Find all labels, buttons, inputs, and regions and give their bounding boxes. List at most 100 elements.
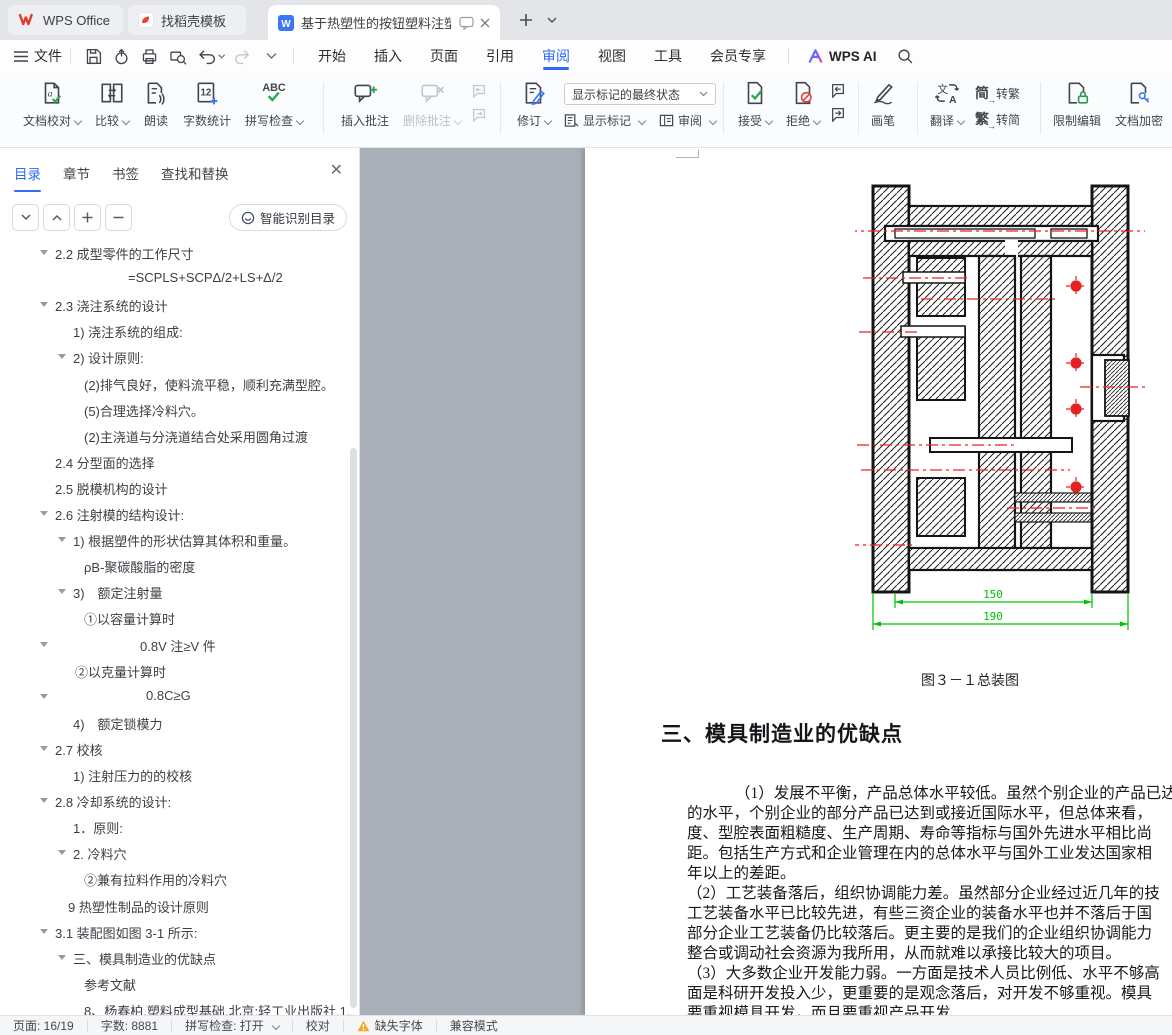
toc-item[interactable]: 2.3 浇注系统的设计: [0, 292, 352, 318]
review-pane-button[interactable]: 审阅: [659, 112, 718, 129]
translate-button[interactable]: 文A 翻译: [923, 76, 971, 132]
next-change-icon[interactable]: [829, 106, 847, 122]
spell-check-button[interactable]: ABC 拼写检查: [238, 76, 310, 132]
read-aloud-button[interactable]: 朗读: [136, 76, 176, 132]
pen-button[interactable]: 画笔: [863, 76, 903, 132]
toc-item[interactable]: (2)主浇道与分浇道结合处采用圆角过渡: [0, 423, 352, 449]
new-tab-button[interactable]: [515, 9, 537, 31]
toc-item[interactable]: 9 热塑性制品的设计原则: [0, 893, 352, 919]
toc-item[interactable]: ②以克量计算时: [0, 658, 352, 684]
toc-expand-arrow-icon[interactable]: [40, 641, 48, 647]
page-indicator[interactable]: 页面: 16/19: [0, 1017, 87, 1034]
toc-item[interactable]: 参考文献: [0, 971, 352, 997]
menu-item-reference[interactable]: 引用: [472, 40, 528, 72]
restrict-editing-button[interactable]: 限制编辑: [1046, 76, 1108, 132]
insert-comment-button[interactable]: 插入批注: [334, 76, 396, 132]
menu-item-tools[interactable]: 工具: [640, 40, 696, 72]
save-icon[interactable]: [81, 44, 105, 68]
toc-expand-arrow-icon[interactable]: [58, 589, 66, 595]
body-text[interactable]: （1）发展不平衡，产品总体水平较低。虽然个别企业的产品已达 的水平，个别企业的部分…: [687, 784, 1172, 1015]
encrypt-document-button[interactable]: 文档加密: [1108, 76, 1170, 132]
reject-change-button[interactable]: 拒绝: [779, 76, 827, 132]
proofread-button[interactable]: 校对: [293, 1017, 343, 1034]
tab-document-active[interactable]: W 基于热塑性的按钮塑料注塑模具: [268, 5, 500, 40]
toc-item[interactable]: 2.4 分型面的选择: [0, 449, 352, 475]
toc-item[interactable]: 2) 设计原则:: [0, 344, 352, 370]
toc-item[interactable]: 1) 注射压力的的校核: [0, 762, 352, 788]
toc-expand-arrow-icon[interactable]: [40, 511, 48, 516]
toc-item[interactable]: 0.8C≥G: [0, 684, 352, 710]
word-count-indicator[interactable]: 字数: 8881: [88, 1017, 171, 1034]
toc-expand-arrow-icon[interactable]: [58, 954, 66, 960]
simplified-to-traditional-button[interactable]: 简 → 转繁: [975, 83, 1020, 105]
toc-item[interactable]: (2)排气良好，使料流平稳，顺利充满型腔。: [0, 371, 352, 397]
toc-item[interactable]: 3) 额定注射量: [0, 579, 352, 605]
toc-expand-arrow-icon[interactable]: [40, 928, 48, 934]
previous-comment-icon[interactable]: [470, 82, 488, 98]
menu-item-home[interactable]: 开始: [304, 40, 360, 72]
tab-wps-home[interactable]: WPS Office: [8, 5, 123, 35]
toc-expand-arrow-icon[interactable]: [40, 302, 48, 308]
toc-expand-arrow-icon[interactable]: [58, 850, 66, 856]
close-tab-icon[interactable]: [480, 18, 490, 28]
toc-item[interactable]: 2. 冷料穴: [0, 840, 352, 866]
wps-ai-button[interactable]: WPS AI: [807, 48, 877, 64]
spellcheck-indicator[interactable]: 拼写检查: 打开: [172, 1017, 292, 1034]
menu-item-page[interactable]: 页面: [416, 40, 472, 72]
previous-change-icon[interactable]: [829, 82, 847, 98]
toc-item[interactable]: ①以容量计算时: [0, 605, 352, 631]
toc-item[interactable]: 2.6 注射模的结构设计:: [0, 501, 352, 527]
toc-item[interactable]: ρB-聚碳酸脂的密度: [0, 553, 352, 579]
undo-icon[interactable]: [193, 44, 227, 68]
document-page[interactable]: 150 190 图３－１总装图 三、模具制造业的优缺点 （1）发展不平衡，产品总…: [585, 148, 1172, 1015]
toc-item[interactable]: 2.5 脱模机构的设计: [0, 475, 352, 501]
toc-item[interactable]: ②兼有拉料作用的冷料穴: [0, 866, 352, 892]
toc-item[interactable]: 2.2 成型零件的工作尺寸: [0, 240, 352, 266]
comment-bubble-icon[interactable]: [459, 16, 474, 30]
toc-item[interactable]: 三、模具制造业的优缺点: [0, 945, 352, 971]
toc-item[interactable]: 1．原则:: [0, 814, 352, 840]
toc-item[interactable]: 4) 额定锁模力: [0, 710, 352, 736]
toc-item[interactable]: 0.8V 注≥V 件: [0, 632, 352, 658]
menu-item-insert[interactable]: 插入: [360, 40, 416, 72]
tab-list-dropdown-icon[interactable]: [541, 9, 563, 31]
toc-item[interactable]: (5)合理选择冷料穴。: [0, 397, 352, 423]
delete-comment-button[interactable]: 删除批注: [396, 76, 468, 132]
next-comment-icon[interactable]: [470, 106, 488, 122]
print-icon[interactable]: [137, 44, 161, 68]
accept-change-button[interactable]: 接受: [731, 76, 779, 132]
print-preview-icon[interactable]: [165, 44, 189, 68]
toc-item[interactable]: 2.8 冷却系统的设计:: [0, 788, 352, 814]
toc-item[interactable]: 2.7 校核: [0, 736, 352, 762]
toc-expand-arrow-icon[interactable]: [58, 354, 66, 360]
track-changes-button[interactable]: 修订: [510, 76, 558, 132]
assembly-drawing-figure[interactable]: 150 190: [855, 158, 1145, 636]
menu-item-review[interactable]: 审阅: [528, 40, 584, 72]
toc-expand-arrow-icon[interactable]: [40, 250, 48, 255]
search-icon[interactable]: [893, 44, 917, 68]
toc-item[interactable]: 8、杨春柏.塑料成型基础.北京:轻工业出版社,1...: [0, 997, 352, 1015]
word-count-button[interactable]: 12 字数统计: [176, 76, 238, 132]
compat-mode-indicator[interactable]: 兼容模式: [437, 1017, 511, 1034]
toc-item[interactable]: =SCPLS+SCPΔ/2+LS+Δ/2: [0, 266, 352, 292]
toc-item[interactable]: 1) 浇注系统的组成:: [0, 318, 352, 344]
sidebar-scrollbar[interactable]: [350, 448, 357, 1008]
document-proof-button[interactable]: a 文档校对: [16, 76, 88, 132]
missing-font-warning[interactable]: 缺失字体: [344, 1017, 436, 1034]
menu-item-membership[interactable]: 会员专享: [696, 40, 780, 72]
markup-state-dropdown[interactable]: 显示标记的最终状态: [564, 83, 717, 105]
toc-expand-arrow-icon[interactable]: [58, 537, 66, 543]
redo-icon[interactable]: [231, 44, 255, 68]
share-icon[interactable]: [109, 44, 133, 68]
compare-button[interactable]: 比较: [88, 76, 136, 132]
toc-item[interactable]: 1) 根据塑件的形状估算其体积和重量。: [0, 527, 352, 553]
show-markup-button[interactable]: 显示标记: [564, 112, 647, 129]
traditional-to-simplified-button[interactable]: 繁 → 转简: [975, 109, 1020, 131]
file-menu-button[interactable]: 文件: [14, 46, 62, 66]
redo-dropdown-icon[interactable]: [259, 44, 283, 68]
toc-expand-arrow-icon[interactable]: [40, 745, 48, 751]
toc-item[interactable]: 3.1 装配图如图 3-1 所示:: [0, 919, 352, 945]
toc-expand-arrow-icon[interactable]: [40, 693, 48, 699]
menu-item-view[interactable]: 视图: [584, 40, 640, 72]
toc-expand-arrow-icon[interactable]: [40, 798, 48, 804]
